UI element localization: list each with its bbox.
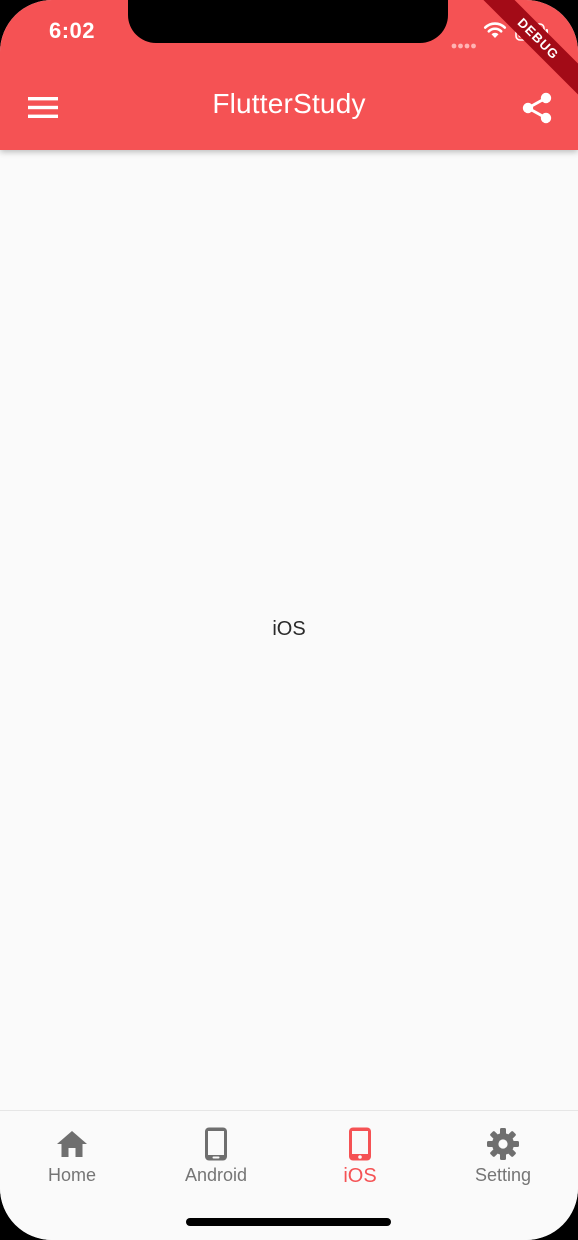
nav-item-ios[interactable]: iOS — [288, 1125, 432, 1195]
nav-item-home[interactable]: Home — [0, 1125, 144, 1195]
share-icon — [522, 92, 552, 124]
cellular-signal-icon — [451, 36, 477, 54]
page-center-text: iOS — [272, 618, 306, 640]
share-button[interactable] — [518, 88, 558, 128]
nav-label-home: Home — [47, 1165, 96, 1185]
phone-iphone-icon — [349, 1127, 371, 1161]
nav-item-setting[interactable]: Setting — [431, 1125, 575, 1195]
device-notch — [128, 0, 448, 43]
status-time: 6:02 — [49, 18, 96, 43]
nav-label-setting: Setting — [474, 1165, 532, 1185]
nav-label-ios: iOS — [343, 1165, 377, 1187]
settings-gear-icon — [487, 1128, 519, 1160]
home-icon — [57, 1131, 87, 1157]
nav-item-android[interactable]: Android — [144, 1125, 288, 1195]
app-title: FlutterStudy — [212, 88, 366, 119]
home-indicator[interactable] — [186, 1218, 391, 1226]
phone-android-icon — [205, 1127, 227, 1161]
wifi-icon — [483, 20, 507, 45]
phone-screen: 6:02 DEBUG FlutterStudy iOS Home Android… — [0, 0, 578, 1240]
nav-label-android: Android — [184, 1165, 248, 1185]
